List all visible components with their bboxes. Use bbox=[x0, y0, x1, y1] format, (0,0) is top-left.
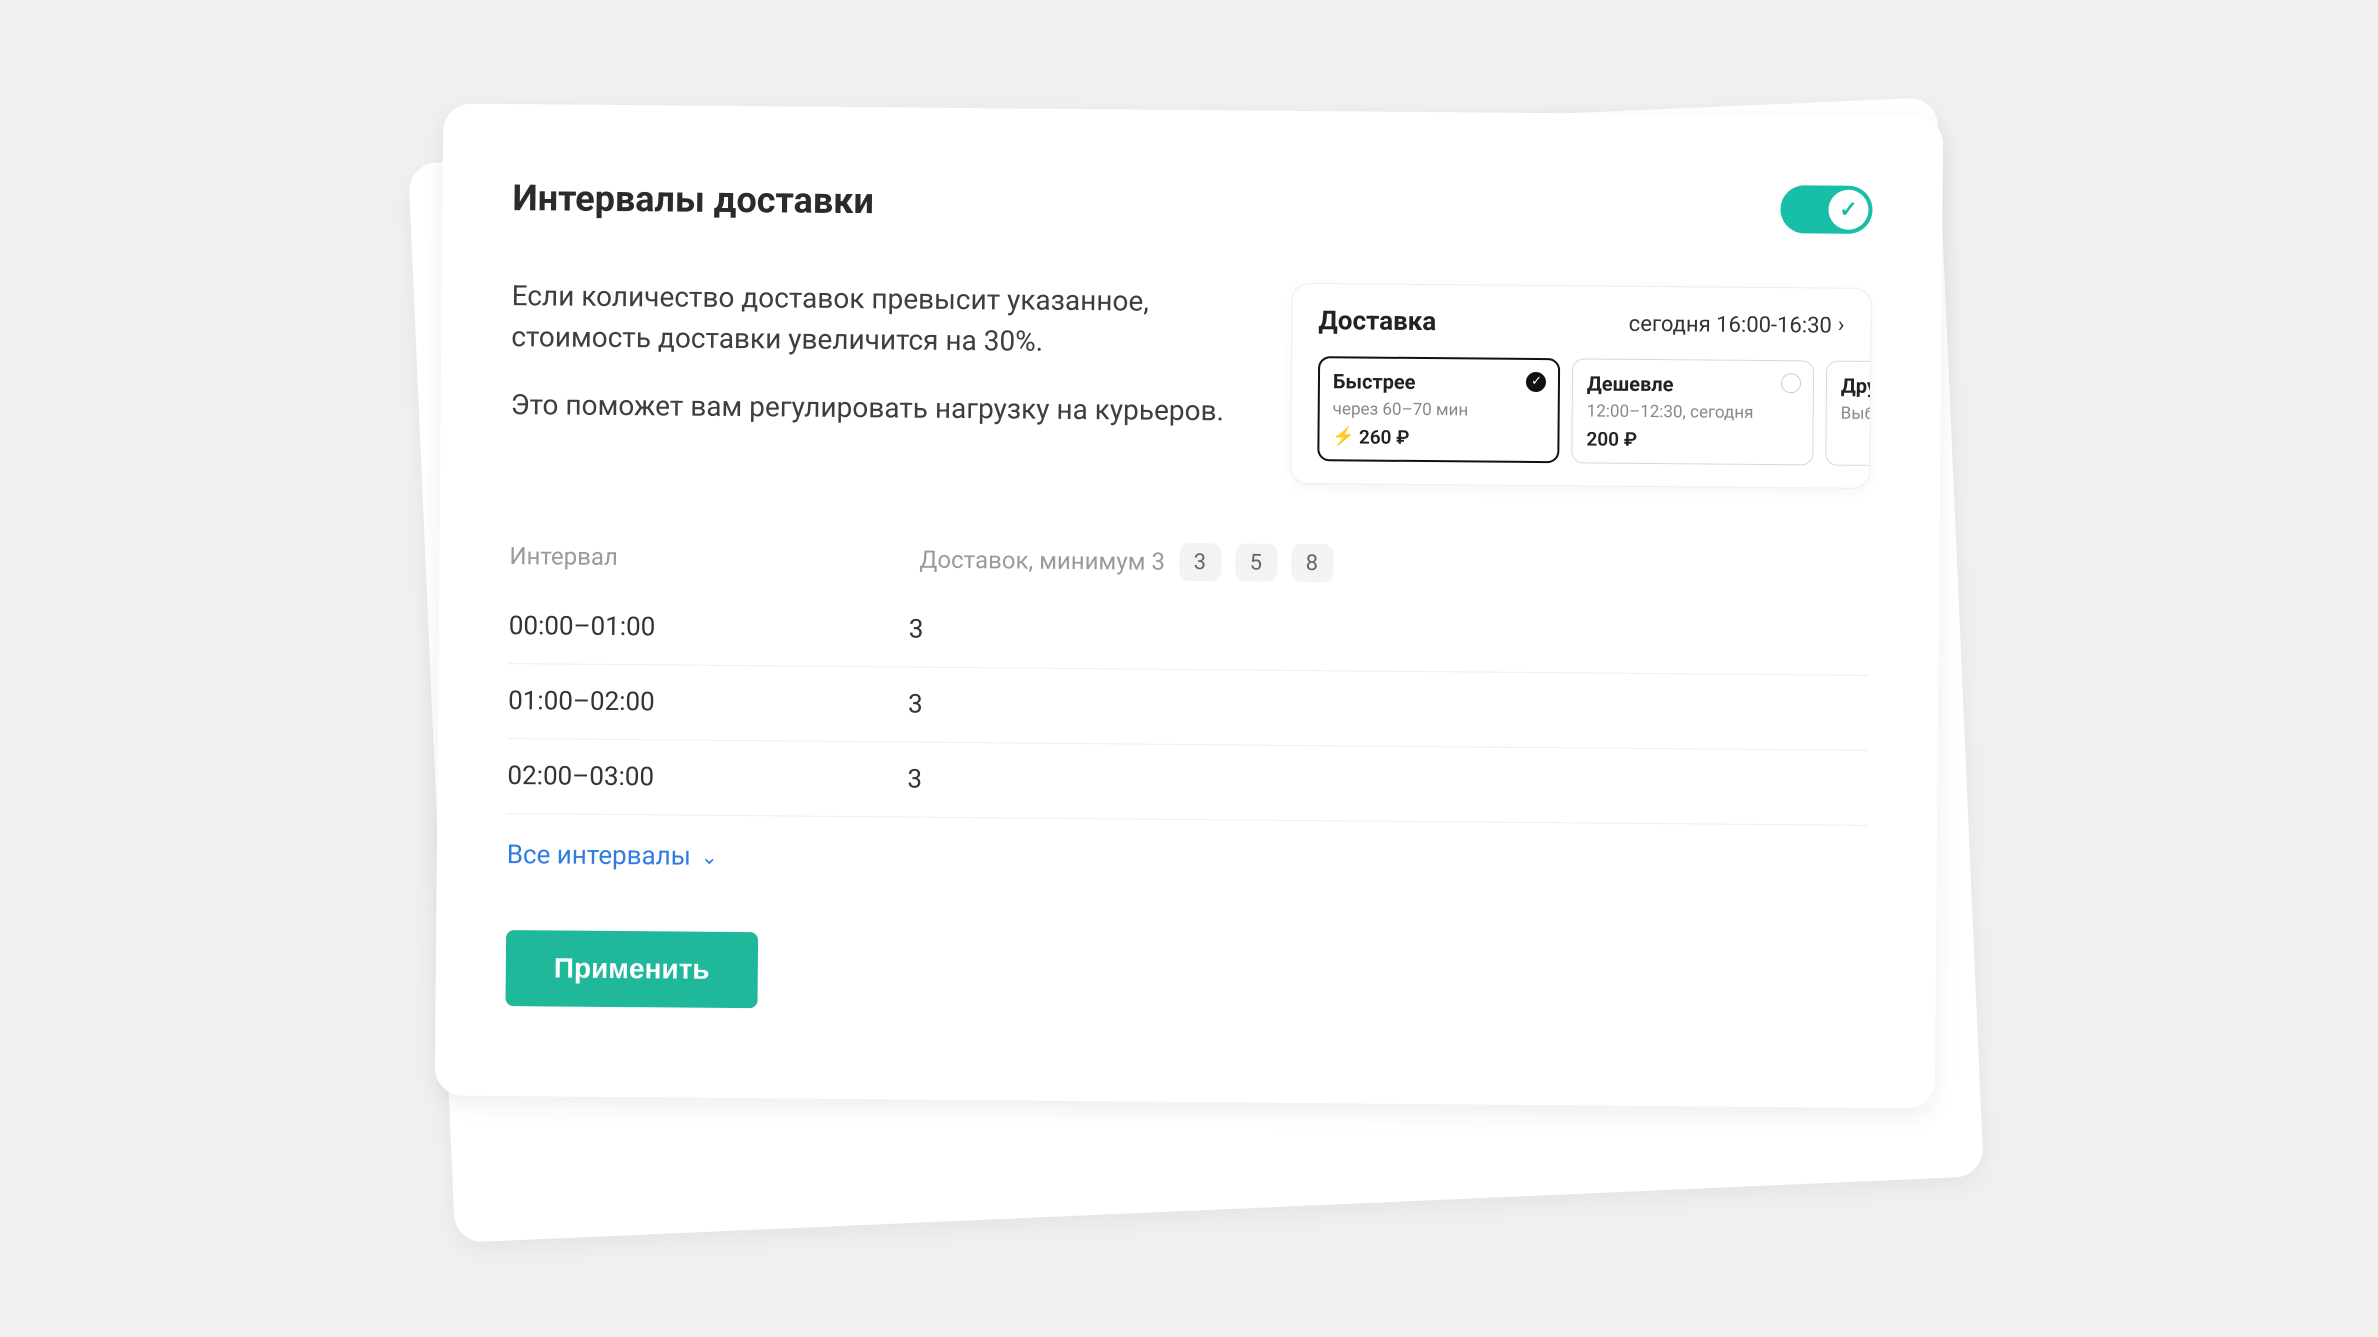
body: Если количество доставок превысит указан… bbox=[510, 276, 1872, 489]
delivery-preview: Доставка сегодня 16:00-16:30 › Быстрее ч… bbox=[1290, 283, 1872, 489]
option-faster[interactable]: Быстрее через 60–70 мин ⚡ 260 ₽ bbox=[1317, 356, 1560, 463]
option-other[interactable]: Дру Выб и вр bbox=[1825, 361, 1872, 467]
radio-unselected-icon bbox=[1781, 373, 1801, 393]
interval-row: 02:00–03:00 3 bbox=[507, 739, 1868, 826]
enable-toggle[interactable]: ✓ bbox=[1780, 185, 1872, 234]
chevron-down-icon: ⌄ bbox=[701, 847, 718, 867]
preview-header: Доставка сегодня 16:00-16:30 › bbox=[1318, 306, 1844, 341]
preview-title: Доставка bbox=[1318, 306, 1436, 337]
preset-chip-5[interactable]: 5 bbox=[1235, 543, 1277, 581]
interval-table-header: Интервал Доставок, минимум 3 3 5 8 bbox=[509, 537, 1869, 587]
option-price: ⚡ 260 ₽ bbox=[1332, 425, 1544, 450]
interval-row: 01:00–02:00 3 bbox=[508, 664, 1869, 751]
interval-value[interactable]: 3 bbox=[907, 765, 1867, 803]
preset-chip-3[interactable]: 3 bbox=[1179, 543, 1221, 581]
settings-card: Интервалы доставки ✓ Если количество дос… bbox=[435, 103, 1944, 1108]
option-subtitle: 12:00–12:30, сегодня bbox=[1587, 401, 1799, 423]
interval-label: 01:00–02:00 bbox=[508, 686, 908, 719]
toggle-thumb: ✓ bbox=[1828, 190, 1868, 230]
delivery-options: Быстрее через 60–70 мин ⚡ 260 ₽ Дешевле … bbox=[1317, 356, 1844, 466]
description-line-1: Если количество доставок превысит указан… bbox=[511, 276, 1252, 364]
lightning-icon: ⚡ bbox=[1332, 428, 1355, 446]
preset-chip-8[interactable]: 8 bbox=[1291, 544, 1333, 582]
chevron-right-icon: › bbox=[1838, 315, 1845, 337]
interval-label: 02:00–03:00 bbox=[507, 761, 907, 794]
option-subtitle: Выб и вр bbox=[1841, 404, 1872, 425]
option-title: Дру bbox=[1841, 374, 1872, 399]
interval-value[interactable]: 3 bbox=[909, 615, 1869, 653]
col-deliveries-label: Доставок, минимум 3 bbox=[919, 546, 1165, 576]
apply-button[interactable]: Применить bbox=[505, 930, 757, 1008]
time-slot-text: сегодня 16:00-16:30 bbox=[1629, 311, 1832, 338]
time-slot-selector[interactable]: сегодня 16:00-16:30 › bbox=[1629, 311, 1845, 338]
page-title: Интервалы доставки bbox=[512, 177, 874, 222]
col-interval: Интервал bbox=[509, 542, 909, 573]
header: Интервалы доставки ✓ bbox=[512, 174, 1872, 234]
option-title: Быстрее bbox=[1333, 369, 1545, 395]
option-title: Дешевле bbox=[1587, 371, 1799, 397]
expand-all-intervals[interactable]: Все интервалы ⌄ bbox=[507, 814, 1867, 882]
description: Если количество доставок превысит указан… bbox=[510, 276, 1252, 483]
interval-label: 00:00–01:00 bbox=[509, 611, 909, 644]
col-deliveries: Доставок, минимум 3 3 5 8 bbox=[919, 541, 1869, 587]
expand-label: Все интервалы bbox=[507, 840, 691, 872]
option-subtitle: через 60–70 мин bbox=[1333, 399, 1545, 421]
option-price: 200 ₽ bbox=[1586, 427, 1798, 452]
option-cheaper[interactable]: Дешевле 12:00–12:30, сегодня 200 ₽ bbox=[1571, 358, 1814, 465]
option-price-text: 260 ₽ bbox=[1359, 425, 1410, 448]
description-line-2: Это поможет вам регулировать нагрузку на… bbox=[511, 385, 1251, 432]
check-icon: ✓ bbox=[1839, 197, 1858, 222]
interval-value[interactable]: 3 bbox=[908, 690, 1868, 728]
interval-row: 00:00–01:00 3 bbox=[508, 589, 1869, 676]
radio-selected-icon bbox=[1526, 372, 1546, 392]
